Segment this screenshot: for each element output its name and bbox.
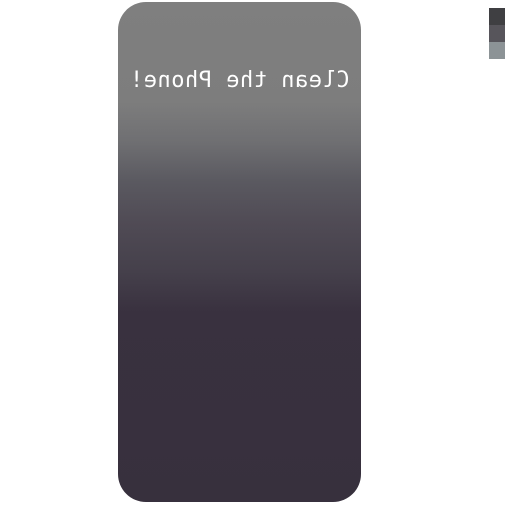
palette-swatch[interactable] (489, 8, 505, 25)
palette-swatch[interactable] (489, 42, 505, 59)
color-palette (489, 8, 505, 59)
phone-screen[interactable]: Clean the Phone! (118, 2, 361, 502)
game-title: Clean the Phone! (129, 68, 350, 93)
palette-swatch[interactable] (489, 25, 505, 42)
game-stage: Clean the Phone! (0, 0, 512, 512)
